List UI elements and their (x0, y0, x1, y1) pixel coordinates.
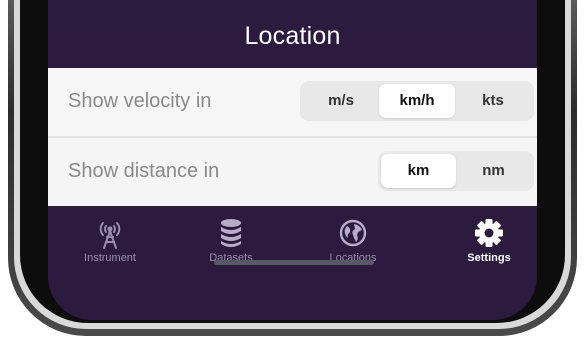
tab-settings-label: Settings (467, 252, 511, 264)
distance-option-km[interactable]: km (381, 154, 456, 188)
antenna-icon (99, 222, 121, 249)
page-title: Location (244, 22, 341, 50)
distance-option-nm[interactable]: nm (456, 154, 531, 188)
tab-bar: Instrument Datasets Locations Settings (48, 206, 537, 320)
settings-list: Show velocity in m/s km/h kts Show dista… (48, 68, 537, 206)
velocity-setting-label: Show velocity in (68, 90, 212, 112)
velocity-option-ms[interactable]: m/s (303, 84, 379, 118)
velocity-unit-segmented-control: m/s km/h kts (300, 81, 534, 121)
velocity-option-kts[interactable]: kts (455, 84, 531, 118)
tab-instrument[interactable]: Instrument (60, 216, 160, 264)
globe-icon (339, 219, 367, 247)
gear-icon (475, 219, 503, 247)
distance-unit-segmented-control: km nm (378, 151, 534, 191)
velocity-option-kmh[interactable]: km/h (379, 84, 455, 118)
tab-settings[interactable]: Settings (439, 216, 537, 264)
distance-setting-label: Show distance in (68, 160, 220, 182)
database-icon (221, 219, 241, 247)
tab-instrument-label: Instrument (84, 252, 136, 264)
home-indicator[interactable] (214, 260, 374, 265)
app-screen: Location Show velocity in m/s km/h kts S… (48, 0, 537, 320)
distance-setting-row: Show distance in km nm (48, 138, 537, 206)
tab-locations[interactable]: Locations (303, 216, 403, 264)
velocity-setting-row: Show velocity in m/s km/h kts (48, 68, 537, 136)
tab-datasets[interactable]: Datasets (181, 216, 281, 264)
